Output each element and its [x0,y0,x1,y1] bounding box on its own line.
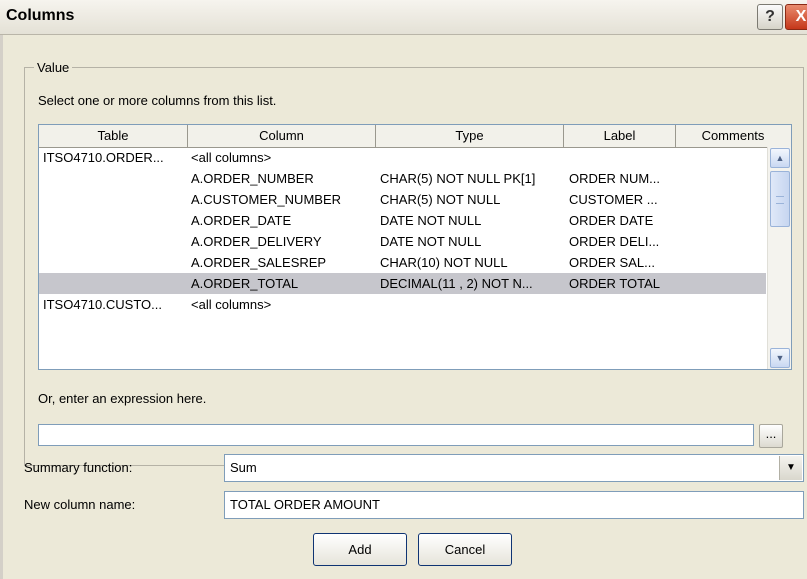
row-table-cell [43,273,188,294]
grip-icon [776,196,784,204]
summary-function-value: Sum [230,460,257,475]
expression-label: Or, enter an expression here. [38,391,207,406]
dropdown-arrow-icon[interactable]: ▼ [779,456,802,480]
row-type-cell: DATE NOT NULL [380,213,482,228]
header-table[interactable]: Table [39,125,188,147]
row-table-cell [43,210,188,231]
row-column-cell: A.ORDER_TOTAL [191,276,299,291]
list-item[interactable]: A.ORDER_SALESREP CHAR(10) NOT NULL ORDER S… [39,252,766,273]
expression-input[interactable] [38,424,754,446]
list-rows: ITSO4710.ORDER... <all columns> A.ORDER_NU… [39,147,766,315]
row-table-cell: ITSO4710.ORDER... [43,150,164,165]
new-column-name-label: New column name: [24,497,136,512]
row-column-cell: A.ORDER_SALESREP [191,255,327,270]
row-table-cell [43,231,188,252]
row-column-cell: A.CUSTOMER_NUMBER [191,192,342,207]
row-type-cell: CHAR(5) NOT NULL PK[1] [380,171,536,186]
row-label-cell [569,147,677,168]
chevron-up-icon[interactable]: ▲ [770,148,790,168]
list-item[interactable]: ITSO4710.CUSTO... <all columns> [39,294,766,315]
dialog-body: Value Select one or more columns from th… [0,35,807,579]
row-label-cell: ORDER TOTAL [569,276,661,291]
list-item[interactable]: A.CUSTOMER_NUMBER CHAR(5) NOT NULL CUSTOME… [39,189,766,210]
new-column-name-input[interactable]: TOTAL ORDER AMOUNT [224,491,804,519]
scroll-thumb[interactable] [770,171,790,227]
chevron-down-icon[interactable]: ▼ [770,348,790,368]
new-column-name-value: TOTAL ORDER AMOUNT [230,497,380,512]
header-column[interactable]: Column [188,125,376,147]
row-table-cell [43,168,188,189]
row-table-cell: ITSO4710.CUSTO... [43,297,162,312]
select-hint: Select one or more columns from this lis… [38,93,277,108]
row-column-cell: <all columns> [191,150,272,165]
browse-button[interactable]: ... [759,424,783,448]
row-type-cell [380,147,567,168]
list-header: Table Column Type Label Comments [39,125,791,148]
row-column-cell: A.ORDER_DATE [191,213,292,228]
list-item[interactable]: A.ORDER_DELIVERY DATE NOT NULL ORDER DELI.… [39,231,766,252]
row-table-cell [43,189,188,210]
row-type-cell: DATE NOT NULL [380,234,482,249]
add-button[interactable]: Add [313,533,407,566]
row-type-cell: CHAR(10) NOT NULL [380,255,508,270]
row-label-cell: ORDER DELI... [569,234,660,249]
row-column-cell: A.ORDER_NUMBER [191,171,314,186]
row-label-cell: ORDER DATE [569,213,654,228]
columns-list[interactable]: Table Column Type Label Comments ITSO471… [38,124,792,370]
header-comments[interactable]: Comments [676,125,790,147]
list-item[interactable]: A.ORDER_TOTAL DECIMAL(11 , 2) NOT N... ORD… [39,273,766,294]
row-label-cell [569,294,677,315]
row-type-cell: CHAR(5) NOT NULL [380,192,501,207]
close-button[interactable]: X [785,4,807,30]
row-label-cell: ORDER NUM... [569,171,660,186]
row-label-cell: ORDER SAL... [569,255,655,270]
vertical-scrollbar[interactable]: ▲ ▼ [767,147,791,369]
row-table-cell [43,252,188,273]
row-type-cell [380,294,567,315]
summary-function-label: Summary function: [24,460,133,475]
row-type-cell: DECIMAL(11 , 2) NOT N... [380,276,533,291]
summary-function-select[interactable]: Sum ▼ [224,454,804,482]
list-item[interactable]: A.ORDER_DATE DATE NOT NULL ORDER DATE [39,210,766,231]
window-title: Columns [6,7,75,24]
window-border [0,35,3,579]
list-item[interactable]: ITSO4710.ORDER... <all columns> [39,147,766,168]
help-button[interactable]: ? [757,4,783,30]
row-column-cell: <all columns> [191,297,272,312]
row-column-cell: A.ORDER_DELIVERY [191,234,322,249]
cancel-button[interactable]: Cancel [418,533,512,566]
value-group-label: Value [34,60,73,75]
list-item[interactable]: A.ORDER_NUMBER CHAR(5) NOT NULL PK[1] ORDE… [39,168,766,189]
header-label[interactable]: Label [564,125,676,147]
row-label-cell: CUSTOMER ... [569,192,658,207]
header-type[interactable]: Type [376,125,564,147]
title-bar: Columns ? X [0,0,807,35]
